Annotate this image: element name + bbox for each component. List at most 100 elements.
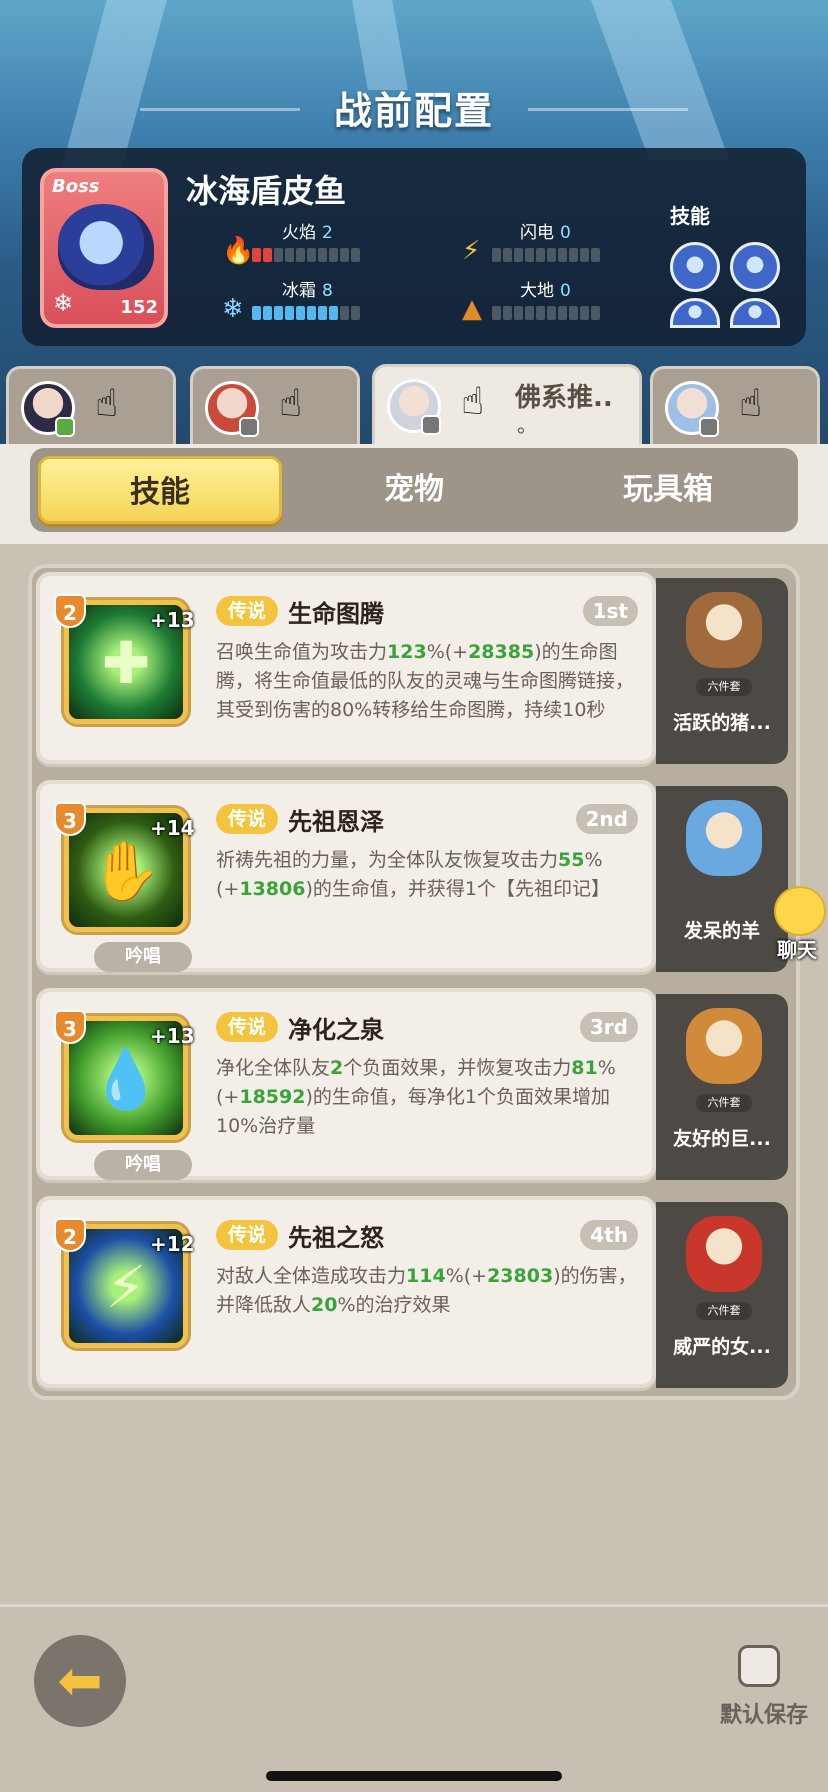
skill-description: 对敌人全体造成攻击力114%(+23803)的伤害，并降低敌人20%的治疗效果 (216, 1262, 642, 1320)
stat-bar-segment (536, 248, 545, 262)
pet-card[interactable]: 六件套 威严的女... (656, 1202, 788, 1388)
boss-skills-label: 技能 (670, 204, 710, 228)
frost-icon: ❄ (222, 294, 244, 324)
tab-skills[interactable]: 技能 (38, 456, 282, 524)
skill-card[interactable]: ✚ 2 +13 传说 生命图腾 1st 召唤生命值为攻击力123%(+28385… (36, 572, 656, 764)
skill-card[interactable]: ✋ 3 +14 吟唱 传说 先祖恩泽 2nd 祈祷先祖的力量，为全体队友恢复攻击… (36, 780, 656, 972)
stat-bar-segment (252, 248, 261, 262)
skill-row[interactable]: 💧 3 +13 吟唱 传说 净化之泉 3rd 净化全体队友2个负面效果，并恢复攻… (36, 988, 798, 1180)
stat-bar-segment (591, 306, 600, 320)
pet-name: 活跃的猪... (673, 712, 771, 734)
boss-skill-icon[interactable] (670, 242, 720, 292)
chat-button[interactable]: 聊天 (766, 886, 828, 962)
desc-text: 净化全体队友 (216, 1057, 331, 1079)
pet-set-tag: 六件套 (696, 1302, 752, 1320)
tab-pets[interactable]: 宠物 (292, 456, 536, 524)
stat-label: 冰霜 (282, 281, 316, 301)
hero-name-line2: 。 (517, 413, 537, 437)
desc-value: 18592 (239, 1086, 306, 1108)
desc-text: )的生命值，并获得1个【先祖印记】 (305, 878, 610, 900)
skill-level-badge: 3 (54, 802, 86, 836)
desc-text: %的治疗效果 (337, 1294, 451, 1316)
pet-card[interactable]: 六件套 活跃的猪... (656, 578, 788, 764)
hero-tab-2[interactable]: ☝ (190, 366, 360, 444)
skill-order-badge: 1st (582, 596, 638, 626)
desc-value: 114 (406, 1265, 446, 1287)
desc-value: 81 (571, 1057, 598, 1079)
stat-fire: 火焰 2 (282, 218, 333, 243)
boss-skill-icon[interactable] (730, 242, 780, 292)
stat-bar-segment (569, 306, 578, 320)
hero-tab-1[interactable]: ☝ (6, 366, 176, 444)
default-save-label: 默认保存 (719, 1703, 808, 1728)
tap-hand-icon: ☝ (279, 381, 303, 425)
back-arrow-icon: ⬅ (57, 1649, 103, 1712)
desc-value: 2 (330, 1057, 344, 1079)
stat-bar-segment (525, 248, 534, 262)
stat-bar-segment (263, 248, 272, 262)
frost-bar (252, 306, 360, 320)
skill-card[interactable]: ⚡ 2 +12 传说 先祖之怒 4th 对敌人全体造成攻击力114%(+2380… (36, 1196, 656, 1388)
stat-earth: 大地 0 (520, 276, 571, 301)
skill-name: 净化之泉 (288, 1016, 384, 1044)
desc-text: 召唤生命值为攻击力 (216, 641, 388, 663)
skill-enhance-level: +14 (150, 816, 195, 840)
desc-value: 23803 (487, 1265, 554, 1287)
hero-tab-4[interactable]: ☝ (650, 366, 820, 444)
desc-value: 55 (558, 849, 585, 871)
back-button[interactable]: ⬅ (34, 1635, 126, 1727)
stat-bar-segment (580, 306, 589, 320)
fire-bar (252, 248, 360, 262)
stat-value: 2 (322, 223, 333, 243)
pet-set-tag: 六件套 (696, 678, 752, 696)
rarity-badge: 传说 (216, 1220, 278, 1250)
desc-text: 祈祷先祖的力量，为全体队友恢复攻击力 (216, 849, 559, 871)
pet-avatar (686, 1008, 762, 1084)
boss-name: 冰海盾皮鱼 (186, 172, 347, 210)
tab-toybox[interactable]: 玩具箱 (546, 456, 790, 524)
stat-bar-segment (492, 306, 501, 320)
stat-bar-segment (274, 306, 283, 320)
stat-bar-segment (503, 248, 512, 262)
skill-order-badge: 4th (580, 1220, 638, 1250)
pet-card[interactable]: 六件套 友好的巨... (656, 994, 788, 1180)
pet-avatar (686, 800, 762, 876)
desc-value: 20 (311, 1294, 338, 1316)
skill-order-badge: 3rd (579, 1012, 638, 1042)
skill-enhance-level: +13 (150, 1024, 195, 1048)
default-save-checkbox[interactable] (738, 1645, 780, 1687)
stat-bar-segment (536, 306, 545, 320)
skill-row[interactable]: ⚡ 2 +12 传说 先祖之怒 4th 对敌人全体造成攻击力114%(+2380… (36, 1196, 798, 1388)
boss-portrait-card[interactable]: Boss ❄ 152 (40, 168, 168, 328)
skill-name: 先祖之怒 (288, 1224, 384, 1252)
skill-description: 召唤生命值为攻击力123%(+28385)的生命图腾，将生命值最低的队友的灵魂与… (216, 638, 642, 725)
hero-tab-3[interactable]: ☝ 佛系推.. 。 (372, 364, 642, 448)
skill-card[interactable]: 💧 3 +13 吟唱 传说 净化之泉 3rd 净化全体队友2个负面效果，并恢复攻… (36, 988, 656, 1180)
stat-bar-segment (558, 306, 567, 320)
stat-bar-segment (285, 248, 294, 262)
skill-row[interactable]: ✋ 3 +14 吟唱 传说 先祖恩泽 2nd 祈祷先祖的力量，为全体队友恢复攻击… (36, 780, 798, 972)
stat-bar-segment (318, 306, 327, 320)
stat-bar-segment (329, 248, 338, 262)
stat-bar-segment (492, 248, 501, 262)
lightning-icon: ⚡ (462, 236, 481, 266)
pet-avatar (686, 1216, 762, 1292)
skill-enhance-level: +12 (150, 1232, 195, 1256)
desc-value: 123 (387, 641, 427, 663)
stat-value: 0 (560, 223, 571, 243)
stat-bar-segment (580, 248, 589, 262)
desc-value: 28385 (468, 641, 535, 663)
skill-level-badge: 2 (54, 1218, 86, 1252)
stat-bar-segment (274, 248, 283, 262)
boss-skill-icon[interactable] (670, 298, 720, 328)
chant-tag: 吟唱 (94, 942, 192, 972)
rarity-badge: 传说 (216, 1012, 278, 1042)
boss-skill-icon[interactable] (730, 298, 780, 328)
stat-bar-segment (307, 306, 316, 320)
skill-row[interactable]: ✚ 2 +13 传说 生命图腾 1st 召唤生命值为攻击力123%(+28385… (36, 572, 798, 764)
earth-icon: ▲ (462, 294, 482, 324)
rarity-badge: 传说 (216, 596, 278, 626)
hero-status-badge (239, 417, 259, 437)
stat-bar-segment (296, 306, 305, 320)
skill-description: 净化全体队友2个负面效果，并恢复攻击力81%(+18592)的生命值，每净化1个… (216, 1054, 642, 1141)
